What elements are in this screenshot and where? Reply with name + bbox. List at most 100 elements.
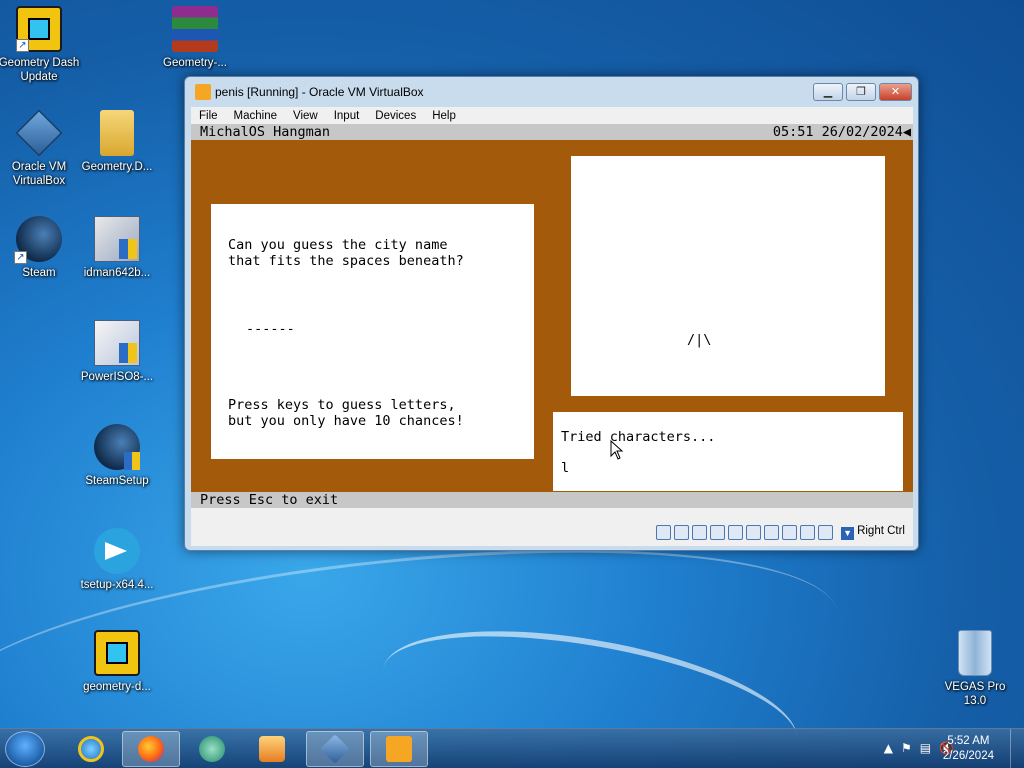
- gallows-panel: /|\: [571, 156, 885, 396]
- vm-app-icon: [386, 736, 412, 762]
- vm-app-icon: [195, 84, 211, 100]
- desktop-icon-label: Geometry-...: [163, 57, 227, 69]
- action-center-flag-icon[interactable]: ⚑: [901, 741, 912, 755]
- desktop-icon-idman[interactable]: idman642b...: [74, 216, 160, 280]
- taskbar-firefox[interactable]: [122, 731, 180, 767]
- shortcut-arrow-icon: ↗: [16, 39, 29, 52]
- taskbar-internet-explorer[interactable]: [62, 731, 120, 767]
- arrow-down-icon: ▼: [841, 527, 855, 540]
- menu-help[interactable]: Help: [424, 110, 464, 122]
- desktop-icon-label: geometry-d...: [83, 681, 151, 693]
- show-hidden-icons-icon[interactable]: ▲: [884, 741, 893, 755]
- menu-bar: File Machine View Input Devices Help: [191, 107, 913, 124]
- speaker-icon: ◀: [902, 124, 911, 140]
- shortcut-arrow-icon: ↗: [14, 251, 27, 264]
- network-icon[interactable]: ▤: [920, 741, 931, 755]
- guest-top-bar: MichalOS Hangman 05:51 26/02/2024◀: [191, 124, 913, 140]
- desktop-icon-label: PowerISO8-...: [80, 371, 154, 383]
- geometry-dash-icon: ↗: [16, 6, 62, 52]
- instruction-line-1: Press keys to guess letters,: [228, 397, 456, 413]
- hard-disk-icon[interactable]: [656, 525, 671, 540]
- menu-machine[interactable]: Machine: [226, 110, 285, 122]
- start-button[interactable]: [5, 731, 45, 767]
- virtualbox-icon: [320, 734, 350, 764]
- guest-footer: Press Esc to exit: [191, 492, 913, 508]
- desktop-icon-label: Geometry.D...: [81, 161, 153, 173]
- desktop-icon-steam[interactable]: ↗ Steam: [0, 216, 82, 280]
- guest-datetime: 05:51 26/02/2024◀: [773, 124, 911, 140]
- desktop-icon-geometry-dash-file[interactable]: geometry-d...: [74, 630, 160, 694]
- desktop-icon-virtualbox[interactable]: Oracle VM VirtualBox: [0, 109, 82, 188]
- taskbar-virtualbox[interactable]: [306, 731, 364, 767]
- taskbar: ▲ ⚑ ▤ 🔇 5:52 AM 2/26/2024: [0, 728, 1024, 768]
- menu-input[interactable]: Input: [326, 110, 368, 122]
- desktop-icon-steamsetup[interactable]: SteamSetup: [74, 424, 160, 488]
- telegram-icon: [94, 528, 140, 574]
- desktop-icon-label: SteamSetup: [85, 475, 149, 487]
- show-desktop-button[interactable]: [1010, 729, 1024, 768]
- question-line-2: that fits the spaces beneath?: [228, 253, 464, 269]
- minimize-button[interactable]: ▁: [813, 83, 843, 101]
- host-key-indicator[interactable]: ▼ Right Ctrl: [841, 525, 905, 540]
- tried-label: Tried characters...: [561, 429, 716, 445]
- folder-icon: [100, 110, 134, 156]
- globe-app-icon: [199, 736, 225, 762]
- desktop-icon-label: Oracle VM VirtualBox: [11, 161, 67, 187]
- display-icon[interactable]: [764, 525, 779, 540]
- status-indicators: [656, 525, 833, 540]
- taskbar-media-player[interactable]: [243, 731, 301, 767]
- media-player-icon: [259, 736, 285, 762]
- desktop-icon-telegram-setup[interactable]: tsetup-x64.4...: [74, 528, 160, 592]
- hangman-figure: /|\: [687, 332, 712, 348]
- window-title: penis [Running] - Oracle VM VirtualBox: [215, 85, 424, 99]
- menu-view[interactable]: View: [285, 110, 326, 122]
- tried-characters: l: [561, 460, 570, 476]
- maximize-button[interactable]: ❐: [846, 83, 876, 101]
- desktop-icon-label: tsetup-x64.4...: [80, 579, 154, 591]
- menu-devices[interactable]: Devices: [367, 110, 424, 122]
- taskbar-vm-running[interactable]: [370, 731, 428, 767]
- audio-icon[interactable]: [692, 525, 707, 540]
- internet-explorer-icon: [78, 736, 104, 762]
- clock-date: 2/26/2024: [942, 750, 994, 762]
- instruction-line-2: but you only have 10 chances!: [228, 413, 464, 429]
- recycle-bin-icon: [958, 630, 992, 676]
- shared-folder-icon[interactable]: [746, 525, 761, 540]
- host-key-label: Right Ctrl: [857, 525, 905, 537]
- steam-setup-icon: [94, 424, 140, 470]
- question-panel: Can you guess the city name that fits th…: [211, 204, 534, 459]
- window-titlebar[interactable]: penis [Running] - Oracle VM VirtualBox ▁…: [185, 77, 918, 107]
- desktop-icon-geometry-archive[interactable]: Geometry-...: [152, 6, 238, 70]
- cpu-icon[interactable]: [800, 525, 815, 540]
- firefox-icon: [138, 736, 164, 762]
- desktop-icon-geometry-dash-update[interactable]: ↗ Geometry Dash Update: [0, 6, 82, 84]
- vm-status-bar: ▼ Right Ctrl: [191, 508, 913, 546]
- network-icon[interactable]: [710, 525, 725, 540]
- mouse-integration-icon[interactable]: [818, 525, 833, 540]
- desktop-icon-geometry-folder[interactable]: Geometry.D...: [74, 110, 160, 174]
- clock-time: 5:52 AM: [947, 735, 990, 747]
- optical-drive-icon[interactable]: [674, 525, 689, 540]
- virtualbox-window[interactable]: penis [Running] - Oracle VM VirtualBox ▁…: [184, 76, 919, 551]
- word-blanks: ------: [246, 321, 295, 337]
- winrar-archive-icon: [172, 6, 218, 52]
- menu-file[interactable]: File: [191, 110, 226, 122]
- taskbar-clock[interactable]: 5:52 AM 2/26/2024: [943, 734, 994, 764]
- installer-icon: [94, 320, 140, 366]
- recording-icon[interactable]: [782, 525, 797, 540]
- desktop-icon-poweriso[interactable]: PowerISO8-...: [74, 320, 160, 384]
- app-title: MichalOS Hangman: [200, 124, 331, 140]
- datetime-text: 05:51 26/02/2024: [772, 124, 903, 140]
- usb-icon[interactable]: [728, 525, 743, 540]
- geometry-dash-icon: [94, 630, 140, 676]
- question-line-1: Can you guess the city name: [228, 237, 448, 253]
- virtualbox-icon: [15, 109, 63, 157]
- desktop-icon-label: VEGAS Pro 13.0: [944, 681, 1006, 707]
- taskbar-app-globe[interactable]: [183, 731, 241, 767]
- guest-screen[interactable]: MichalOS Hangman 05:51 26/02/2024◀ Can y…: [191, 124, 913, 508]
- close-button[interactable]: ✕: [879, 83, 912, 101]
- desktop-icon-recycle-bin-vegas[interactable]: VEGAS Pro 13.0: [932, 630, 1018, 708]
- desktop-icon-label: Geometry Dash Update: [0, 57, 80, 83]
- steam-icon: ↗: [14, 216, 62, 264]
- pointer-icon: [610, 440, 624, 460]
